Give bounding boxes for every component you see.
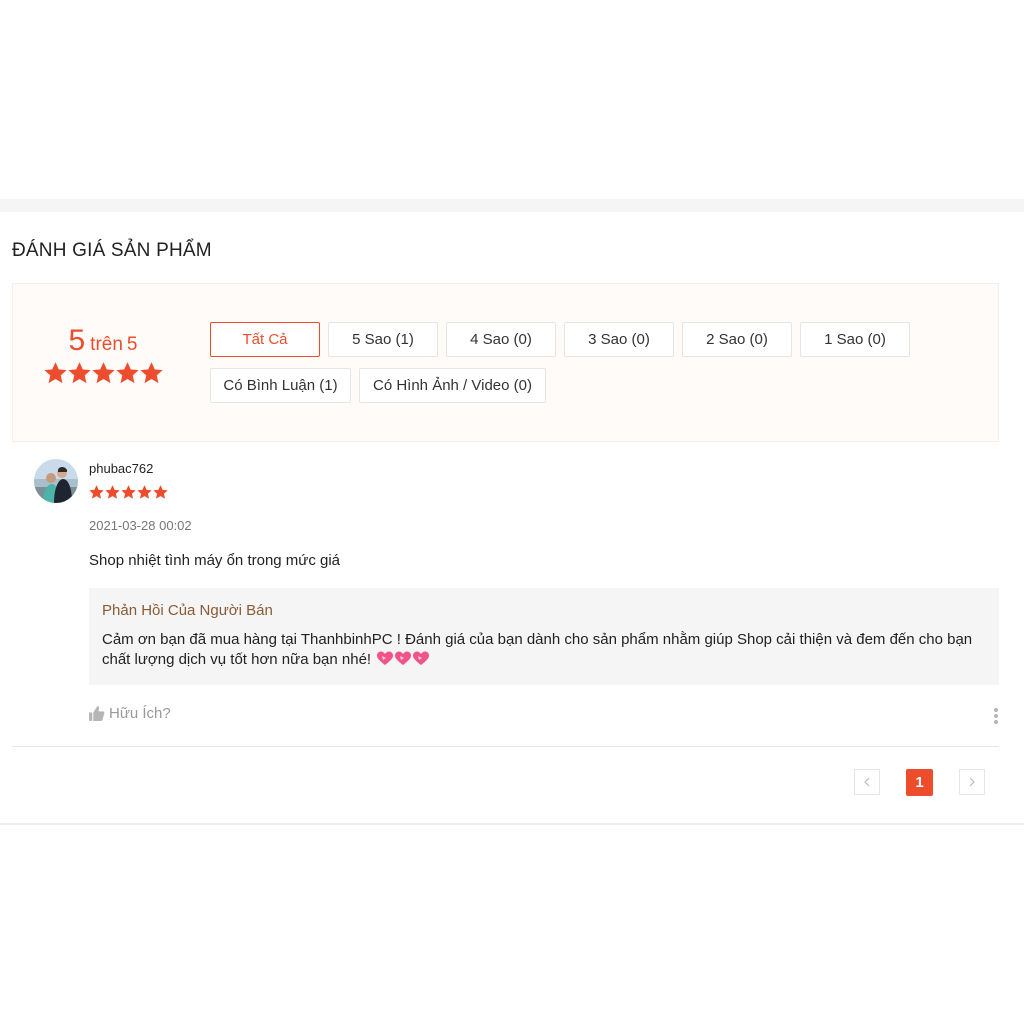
section-separator-band — [0, 199, 1024, 212]
star-icon — [139, 362, 163, 384]
review-comment: Shop nhiệt tình máy ổn trong mức giá — [89, 552, 341, 569]
filter-2-star-button[interactable]: 2 Sao (0) — [682, 322, 792, 357]
chevron-right-icon — [969, 777, 975, 787]
star-icon — [91, 362, 115, 384]
rating-overview: 5 trên 5 Tất Cả 5 Sao (1) 4 Sao (0) 3 Sao … — [12, 283, 999, 442]
sparkling-heart-icon — [413, 651, 430, 665]
star-icon — [105, 485, 120, 499]
filter-4-star-button[interactable]: 4 Sao (0) — [446, 322, 556, 357]
star-icon — [153, 485, 168, 499]
sparkling-heart-icon — [395, 651, 412, 665]
more-options-icon[interactable] — [990, 706, 1002, 726]
sparkling-heart-icon — [377, 651, 394, 665]
product-ratings-section: ĐÁNH GIÁ SẢN PHẨM 5 trên 5 Tất Cả 5 Sao (1… — [0, 212, 1024, 823]
review-author[interactable]: phubac762 — [89, 461, 153, 476]
chevron-left-icon — [864, 777, 870, 787]
seller-reply-body: Cảm ơn bạn đã mua hàng tại ThanhbinhPC !… — [102, 630, 982, 670]
filter-with-media-button[interactable]: Có Hình Ảnh / Video (0) — [359, 368, 546, 403]
filter-1-star-button[interactable]: 1 Sao (0) — [800, 322, 910, 357]
star-icon — [89, 485, 104, 499]
seller-reply-text: Cảm ơn bạn đã mua hàng tại ThanhbinhPC !… — [102, 631, 973, 668]
helpful-button[interactable]: Hữu Ích? — [88, 705, 171, 722]
pagination-page-1[interactable]: 1 — [906, 769, 933, 796]
pagination-next-button[interactable] — [959, 769, 985, 795]
rating-score-separator: trên — [90, 334, 123, 355]
star-icon — [43, 362, 67, 384]
helpful-label: Hữu Ích? — [109, 705, 171, 722]
star-icon — [121, 485, 136, 499]
review-rating-stars — [89, 485, 168, 500]
star-icon — [115, 362, 139, 384]
section-title: ĐÁNH GIÁ SẢN PHẨM — [12, 240, 212, 261]
section-bottom-border — [0, 823, 1024, 825]
star-icon — [67, 362, 91, 384]
thumbs-up-icon — [89, 706, 105, 721]
avatar[interactable] — [34, 459, 78, 503]
rating-score: 5 trên 5 — [13, 324, 193, 385]
top-blank-area — [0, 0, 1024, 199]
rating-stars — [13, 362, 193, 385]
pagination-prev-button[interactable] — [854, 769, 880, 795]
rating-score-value: 5 — [68, 324, 86, 357]
filter-3-star-button[interactable]: 3 Sao (0) — [564, 322, 674, 357]
review-list-divider — [12, 746, 999, 747]
filter-all-button[interactable]: Tất Cả — [210, 322, 320, 357]
filter-5-star-button[interactable]: 5 Sao (1) — [328, 322, 438, 357]
rating-score-max: 5 — [126, 334, 138, 355]
avatar-photo-icon — [34, 459, 78, 503]
seller-reply-title: Phản Hồi Của Người Bán — [102, 602, 273, 619]
filter-with-comment-button[interactable]: Có Bình Luận (1) — [210, 368, 351, 403]
star-icon — [137, 485, 152, 499]
seller-reply: Phản Hồi Của Người Bán Cảm ơn bạn đã mua… — [89, 588, 999, 685]
review-timestamp: 2021-03-28 00:02 — [89, 518, 192, 533]
